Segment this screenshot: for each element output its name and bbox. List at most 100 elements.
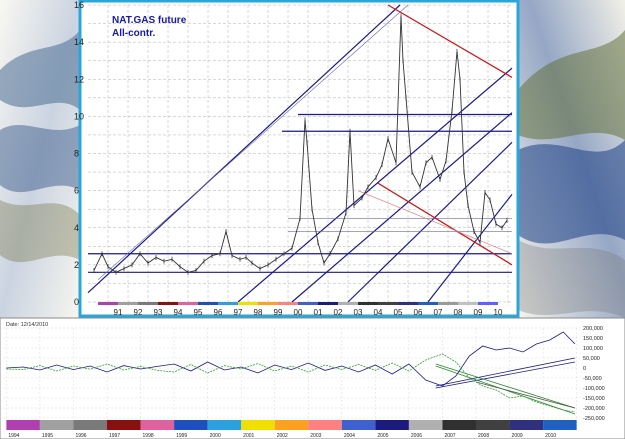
price-y-tick-label: 0 <box>74 297 79 307</box>
cot-x-tick-label: 2004 <box>344 433 355 439</box>
price-year-color-swatch <box>378 302 398 305</box>
cot-year-color-swatch <box>476 420 510 430</box>
price-x-tick-label: 05 <box>394 308 403 317</box>
price-x-tick-label: 91 <box>114 308 123 317</box>
price-year-color-swatch <box>138 302 158 305</box>
price-x-tick-label: 99 <box>274 308 283 317</box>
price-year-color-swatch <box>238 302 258 305</box>
price-y-tick-label: 2 <box>74 260 79 270</box>
cot-x-tick-label: 2009 <box>512 433 523 439</box>
price-y-tick-label: 14 <box>74 37 84 47</box>
cot-year-color-swatch <box>241 420 275 430</box>
cot-year-color-swatch <box>6 420 40 430</box>
price-chart-frame <box>78 0 520 318</box>
price-year-color-swatch <box>118 302 138 305</box>
price-x-tick-label: 10 <box>494 308 503 317</box>
price-year-color-swatch <box>338 302 358 305</box>
price-year-color-swatch <box>418 302 438 305</box>
price-x-tick-label: 94 <box>174 308 183 317</box>
cot-x-tick-label: 2000 <box>210 433 221 439</box>
price-year-color-swatch <box>358 302 378 305</box>
cot-year-color-swatch <box>543 420 577 430</box>
price-x-tick-label: 92 <box>134 308 143 317</box>
cot-y-tick-label: 50,000 <box>583 356 600 362</box>
cot-year-color-swatch <box>274 420 309 430</box>
price-year-color-swatch <box>158 302 178 305</box>
price-year-color-swatch <box>298 302 318 305</box>
price-year-color-swatch <box>278 302 298 305</box>
cot-x-tick-label: 1995 <box>42 433 53 439</box>
cot-year-color-swatch <box>73 420 107 430</box>
cot-year-color-swatch <box>442 420 477 430</box>
price-y-tick-label: 12 <box>74 74 84 84</box>
cot-chart-year-colorbar <box>6 420 577 430</box>
cot-year-color-swatch <box>39 420 74 430</box>
cot-chart-date-label: Date: 12/14/2010 <box>6 322 48 328</box>
price-x-tick-label: 08 <box>454 308 463 317</box>
price-x-tick-label: 98 <box>254 308 263 317</box>
cot-x-tick-label: 2008 <box>478 433 489 439</box>
cot-year-color-swatch <box>408 420 443 430</box>
price-y-tick-label: 4 <box>74 223 79 233</box>
cot-x-tick-label: 1998 <box>143 433 154 439</box>
cot-x-tick-label: 2005 <box>377 433 388 439</box>
cot-x-tick-label: 2003 <box>310 433 321 439</box>
price-x-tick-label: 96 <box>214 308 223 317</box>
price-year-color-swatch <box>458 302 478 305</box>
price-year-color-swatch <box>178 302 198 305</box>
cot-y-tick-label: 100,000 <box>583 346 603 352</box>
price-x-tick-label: 93 <box>154 308 163 317</box>
price-x-tick-label: 04 <box>374 308 383 317</box>
cot-y-tick-label: -250,000 <box>583 416 605 422</box>
price-x-tick-label: 06 <box>414 308 423 317</box>
price-y-tick-label: 6 <box>74 186 79 196</box>
price-y-tick-label: 8 <box>74 149 79 159</box>
cot-y-tick-label: -200,000 <box>583 406 605 412</box>
left-fractal-decoration <box>0 0 80 318</box>
price-year-color-swatch <box>318 302 338 305</box>
price-year-color-swatch <box>438 302 458 305</box>
cot-y-tick-label: -50,000 <box>583 376 602 382</box>
cot-year-color-swatch <box>308 420 342 430</box>
price-y-tick-label: 10 <box>74 111 84 121</box>
price-year-color-swatch <box>218 302 238 305</box>
cot-year-color-swatch <box>509 420 544 430</box>
price-x-tick-label: 07 <box>434 308 443 317</box>
price-year-color-swatch <box>198 302 218 305</box>
price-y-tick-label: 16 <box>74 0 84 10</box>
cot-year-color-swatch <box>140 420 175 430</box>
cot-x-tick-label: 1994 <box>8 433 19 439</box>
cot-x-tick-label: 2001 <box>243 433 254 439</box>
price-x-tick-label: 00 <box>294 308 303 317</box>
cot-year-color-swatch <box>174 420 208 430</box>
price-x-tick-label: 01 <box>314 308 323 317</box>
price-chart-title: NAT.GAS future <box>112 15 187 26</box>
right-fractal-decoration <box>518 0 625 318</box>
price-x-tick-label: 02 <box>334 308 343 317</box>
cot-year-color-swatch <box>106 420 141 430</box>
price-year-color-swatch <box>398 302 418 305</box>
cot-x-tick-label: 1996 <box>75 433 86 439</box>
chart-scene: 0246810121416 91 92 93 94 95 96 97 98 99 00 01 02 03… <box>0 0 625 439</box>
cot-year-color-swatch <box>207 420 242 430</box>
price-x-tick-label: 95 <box>194 308 203 317</box>
price-year-color-swatch <box>258 302 278 305</box>
cot-x-tick-label: 2010 <box>545 433 556 439</box>
cot-y-tick-label: -150,000 <box>583 396 605 402</box>
price-x-tick-label: 09 <box>474 308 483 317</box>
cot-y-tick-label: -100,000 <box>583 386 605 392</box>
price-year-color-swatch <box>478 302 498 305</box>
cot-x-tick-label: 1999 <box>176 433 187 439</box>
cot-x-tick-label: 2006 <box>411 433 422 439</box>
cot-y-tick-label: 0 <box>583 366 586 372</box>
price-chart-year-colorbar <box>98 302 498 305</box>
cot-year-color-swatch <box>375 420 409 430</box>
cot-x-tick-label: 2002 <box>277 433 288 439</box>
price-x-tick-label: 97 <box>234 308 243 317</box>
price-year-color-swatch <box>98 302 118 305</box>
cot-x-tick-label: 2007 <box>444 433 455 439</box>
cot-year-color-swatch <box>341 420 376 430</box>
price-x-tick-label: 03 <box>354 308 363 317</box>
cot-y-tick-label: 200,000 <box>583 326 603 332</box>
cot-y-tick-label: 150,000 <box>583 336 603 342</box>
